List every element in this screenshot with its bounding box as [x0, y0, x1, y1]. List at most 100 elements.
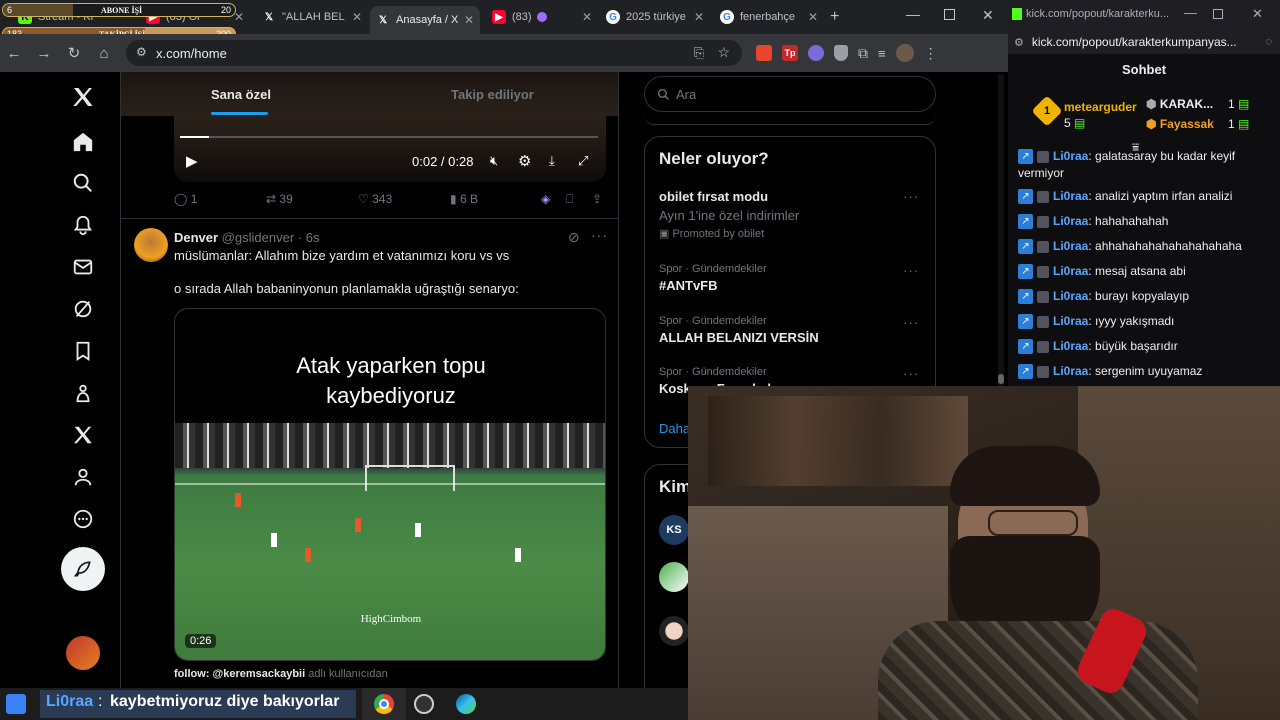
leader-name[interactable]: metearguder: [1064, 100, 1137, 114]
more-icon[interactable]: ···: [903, 315, 919, 330]
suggested-account-avatar[interactable]: KS: [659, 515, 689, 545]
minimize-button[interactable]: —: [906, 6, 920, 22]
post-button[interactable]: [61, 547, 105, 591]
chrome-taskbar-button[interactable]: [362, 688, 406, 720]
post-video-player[interactable]: Atak yaparken topu kaybediyoruz HighCimb…: [174, 308, 606, 661]
bookmark-icon[interactable]: ⎕: [566, 192, 573, 207]
tab-anasayfa[interactable]: 𝕏 Anasayfa / X ✕: [370, 6, 480, 34]
tab-google-2025[interactable]: G 2025 türkiye ✕: [600, 4, 710, 30]
account-avatar[interactable]: [66, 636, 100, 670]
repost-button[interactable]: ⇄ 39: [266, 192, 293, 206]
more-icon[interactable]: [66, 502, 100, 536]
close-icon[interactable]: ✕: [694, 10, 704, 24]
grok-icon[interactable]: [66, 292, 100, 326]
more-icon[interactable]: ···: [903, 189, 919, 204]
video-progress-fill: [180, 136, 210, 138]
like-button[interactable]: ♡ 343: [358, 192, 392, 206]
post-more-icon[interactable]: ···: [591, 227, 608, 243]
tp-extension-icon[interactable]: Tp: [782, 45, 798, 61]
suggested-account-avatar[interactable]: [659, 616, 689, 646]
home-icon[interactable]: [66, 125, 100, 159]
site-info-icon[interactable]: ⚙: [1014, 36, 1024, 49]
settings-gear-icon[interactable]: ⚙: [518, 152, 531, 170]
edge-icon[interactable]: [456, 694, 476, 714]
post-time[interactable]: · 6s: [298, 230, 320, 245]
post-author-name[interactable]: Denver: [174, 230, 218, 245]
profile-icon[interactable]: [66, 460, 100, 494]
app-icon[interactable]: [6, 694, 26, 714]
post-author-avatar[interactable]: [134, 228, 168, 262]
tab-youtube-2[interactable]: ▶ (83) ✕: [486, 4, 598, 30]
search-icon[interactable]: [66, 166, 100, 200]
badge-icon: [1037, 190, 1049, 203]
site-info-icon[interactable]: ⚙: [136, 45, 147, 59]
tab-for-you[interactable]: Sana özel: [211, 87, 271, 102]
play-icon[interactable]: ▶: [186, 152, 198, 170]
jobs-icon[interactable]: [66, 376, 100, 410]
tab-following[interactable]: Takip ediliyor: [451, 87, 534, 102]
bookmark-star-icon[interactable]: ☆: [717, 44, 730, 61]
minimize-button[interactable]: —: [1184, 5, 1197, 20]
close-window-button[interactable]: ✕: [1252, 6, 1263, 22]
close-icon[interactable]: ✕: [582, 10, 592, 24]
close-icon[interactable]: ✕: [352, 10, 362, 24]
tab-google-fenerbahce[interactable]: G fenerbahçe ✕: [714, 4, 824, 30]
show-more-link[interactable]: Daha: [659, 421, 690, 436]
leader-row[interactable]: ⬢ Fayassak: [1146, 117, 1214, 131]
close-icon[interactable]: ✕: [464, 13, 474, 27]
maximize-button[interactable]: [1213, 9, 1223, 19]
eye-slash-icon[interactable]: ◌: [1265, 36, 1272, 48]
profile-avatar[interactable]: [895, 44, 914, 62]
discord-icon[interactable]: [808, 45, 824, 61]
new-tab-button[interactable]: +: [830, 8, 839, 26]
shield-icon[interactable]: [834, 45, 848, 61]
reply-button[interactable]: ◯ 1: [174, 192, 197, 206]
suggested-account-avatar[interactable]: [659, 562, 689, 592]
leader-row[interactable]: ⬢ KARAK...: [1146, 97, 1213, 111]
kick-address-bar[interactable]: ⚙ kick.com/popout/karakterkumpanyas... ◌: [1008, 30, 1280, 54]
close-icon[interactable]: ✕: [808, 10, 818, 24]
fullscreen-icon[interactable]: ⤢: [578, 153, 588, 169]
x-logo-icon[interactable]: [66, 80, 100, 114]
bookmarks-icon[interactable]: [66, 334, 100, 368]
reload-button[interactable]: ↻: [60, 39, 88, 67]
trend-item[interactable]: Spor · Gündemdekiler ALLAH BELANIZI VERS…: [659, 315, 819, 345]
premium-x-icon[interactable]: [66, 418, 100, 452]
grok-bookmark-icon[interactable]: ◈: [541, 192, 550, 206]
post-author-handle[interactable]: @gslidenver: [222, 230, 294, 245]
scrollbar-thumb[interactable]: [998, 374, 1004, 384]
tab-allah-belanizi[interactable]: 𝕏 "ALLAH BEL ✕: [256, 4, 368, 30]
install-app-icon[interactable]: ⎘: [694, 45, 704, 61]
notifications-bell-icon[interactable]: [66, 208, 100, 242]
close-window-button[interactable]: ✕: [982, 7, 994, 24]
grok-explain-icon[interactable]: ⊘: [568, 229, 580, 246]
trend-item[interactable]: Spor · Gündemdekiler #ANTvFB: [659, 263, 767, 293]
wall-painting: [708, 396, 968, 486]
maximize-button[interactable]: [944, 9, 955, 20]
webcam-feed: [688, 386, 1280, 720]
messages-envelope-icon[interactable]: [66, 250, 100, 284]
search-input[interactable]: Ara: [644, 76, 936, 112]
dock-video-icon[interactable]: ⤓: [549, 153, 555, 169]
forward-button[interactable]: →: [30, 39, 58, 67]
back-button[interactable]: ←: [0, 39, 28, 67]
address-bar[interactable]: ⚙ x.com/home ⎘ ☆: [126, 40, 742, 66]
extensions-puzzle-icon[interactable]: ⧉: [858, 45, 868, 62]
sub-badge-icon: ↗: [1018, 314, 1033, 330]
previous-video-player[interactable]: ▶ 0:02 / 0:28 🔇︎ ⚙ ⤓ ⤢: [174, 116, 606, 182]
home-icon[interactable]: ⌂: [90, 39, 118, 67]
badge-icon: [1037, 215, 1049, 228]
extension-icon[interactable]: [756, 45, 772, 61]
card-edge: [644, 115, 936, 125]
share-icon[interactable]: ⇪: [592, 192, 602, 206]
obs-icon[interactable]: [414, 694, 434, 714]
more-icon[interactable]: ···: [903, 366, 919, 381]
promoted-trend[interactable]: obilet fırsat modu Ayın 1'ine özel indir…: [659, 189, 929, 240]
kebab-menu-icon[interactable]: ⋮: [924, 45, 938, 62]
mute-icon[interactable]: 🔇︎: [490, 153, 498, 169]
more-icon[interactable]: ···: [903, 263, 919, 278]
media-control-icon[interactable]: ≡: [878, 46, 886, 61]
chat-scrollbar[interactable]: [998, 74, 1004, 386]
views-button[interactable]: ▮ 6 B: [450, 192, 478, 206]
video-progress-track[interactable]: [180, 136, 598, 138]
